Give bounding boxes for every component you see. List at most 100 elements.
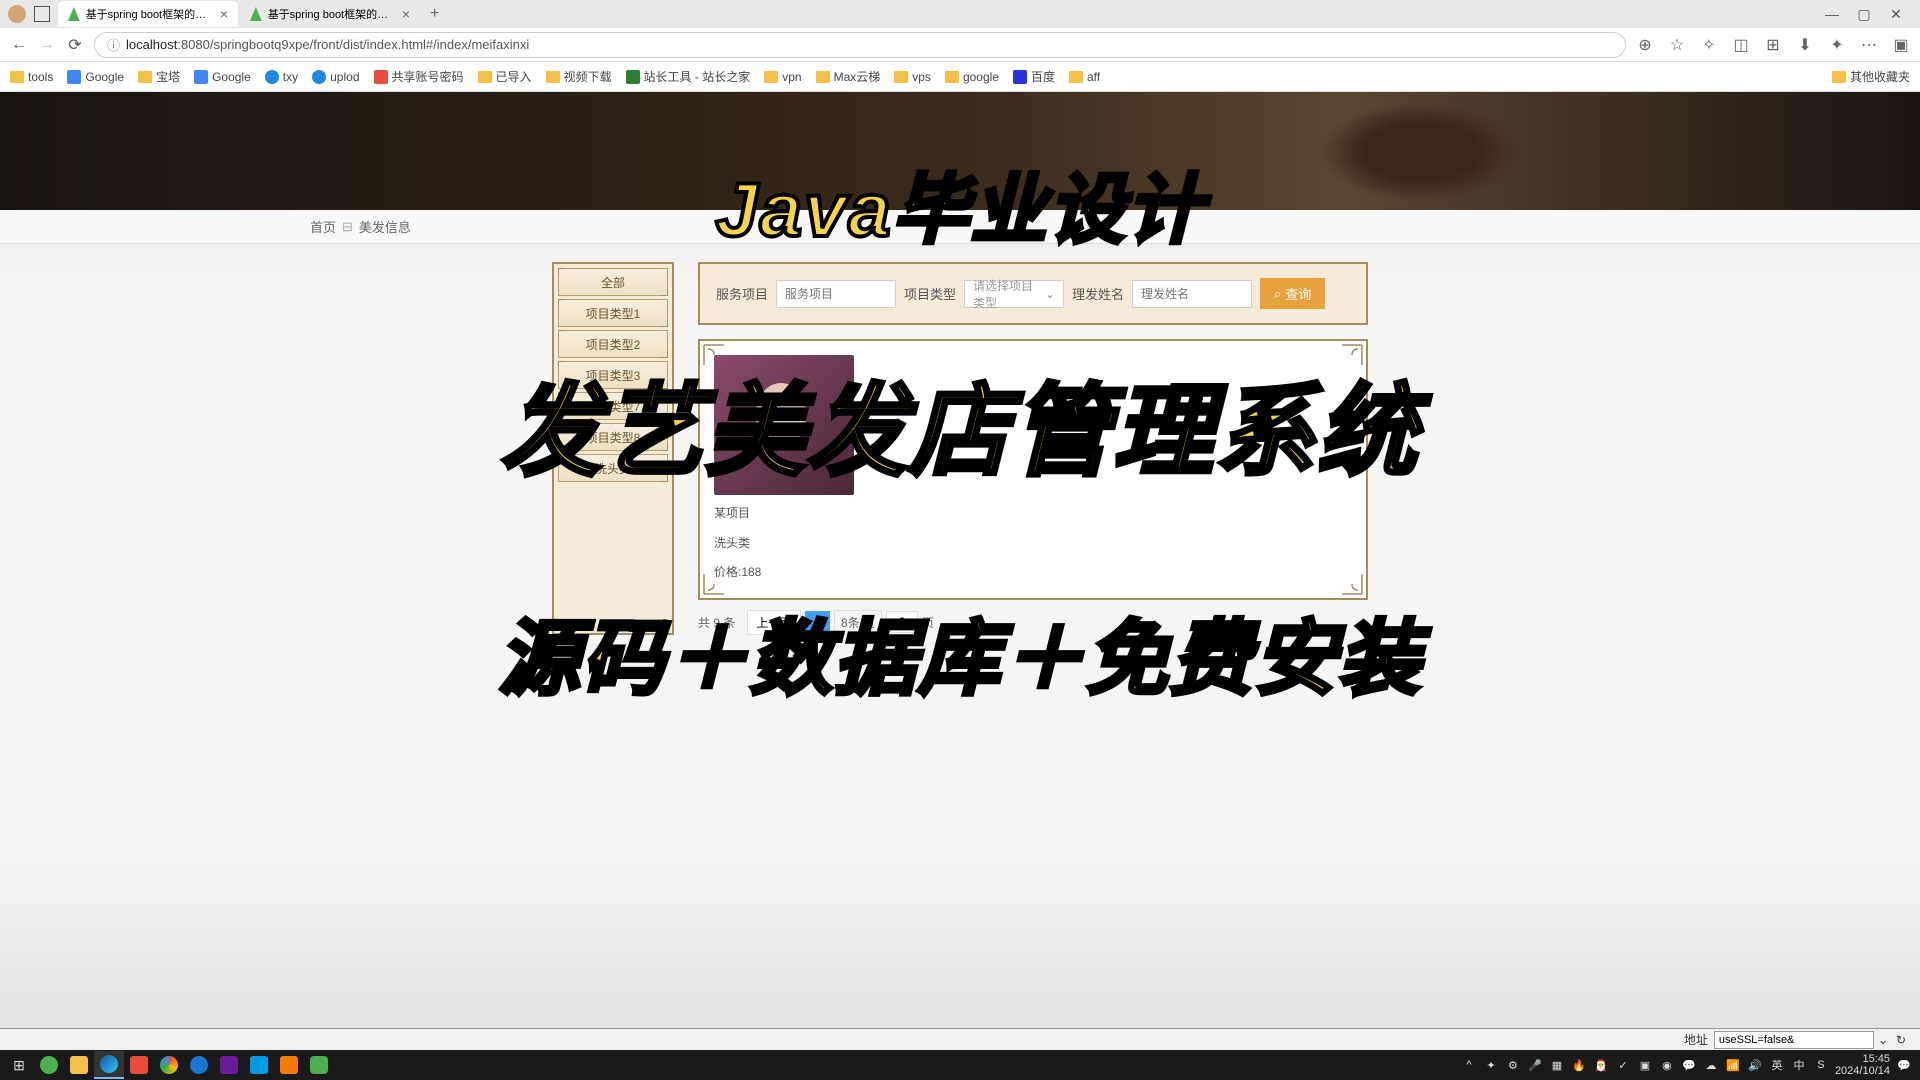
- tray-icon[interactable]: S: [1813, 1057, 1829, 1073]
- new-tab-button[interactable]: +: [422, 1, 447, 27]
- sidebar-item-type1[interactable]: 项目类型1: [558, 299, 668, 327]
- bookmark-item[interactable]: 百度: [1013, 68, 1055, 85]
- status-address-input[interactable]: [1714, 1031, 1874, 1049]
- bookmark-item[interactable]: uplod: [312, 70, 359, 84]
- url-input[interactable]: ⓘ localhost:8080/springbootq9xpe/front/d…: [94, 32, 1626, 58]
- task-chrome[interactable]: [154, 1051, 184, 1079]
- folder-icon: [945, 71, 959, 83]
- sidebar-item-wash[interactable]: 洗头类: [558, 454, 668, 482]
- bookmark-folder[interactable]: vps: [894, 70, 931, 84]
- task-app-blue[interactable]: [244, 1051, 274, 1079]
- sidebar-item-type2[interactable]: 项目类型2: [558, 330, 668, 358]
- favorite-icon[interactable]: ☆: [1668, 36, 1686, 54]
- tray-clock[interactable]: 15:45 2024/10/14: [1835, 1053, 1890, 1077]
- extensions-icon[interactable]: ✧: [1700, 36, 1718, 54]
- tray-chevron-up-icon[interactable]: ^: [1461, 1057, 1477, 1073]
- zoom-icon[interactable]: ⊕: [1636, 36, 1654, 54]
- bookmark-item[interactable]: 共享账号密码: [374, 68, 464, 85]
- bookmark-other[interactable]: 其他收藏夹: [1832, 68, 1910, 85]
- bookmark-folder[interactable]: 宝塔: [138, 68, 180, 85]
- maximize-button[interactable]: ▢: [1856, 6, 1872, 23]
- tray-icon[interactable]: 🔥: [1571, 1057, 1587, 1073]
- tray-volume-icon[interactable]: 🔊: [1747, 1057, 1763, 1073]
- tray-wifi-icon[interactable]: 📶: [1725, 1057, 1741, 1073]
- tray-icon[interactable]: ✦: [1483, 1057, 1499, 1073]
- tray-ime-icon[interactable]: 中: [1791, 1057, 1807, 1073]
- close-window-button[interactable]: ✕: [1888, 6, 1904, 23]
- bookmark-folder[interactable]: vpn: [764, 70, 801, 84]
- go-icon[interactable]: ↻: [1892, 1033, 1910, 1047]
- search-select-type[interactable]: 请选择项目类型 ⌄: [964, 280, 1064, 308]
- sidebar-item-all[interactable]: 全部: [558, 268, 668, 296]
- collections-icon[interactable]: ⊞: [1764, 36, 1782, 54]
- start-button[interactable]: ⊞: [4, 1051, 34, 1079]
- split-screen-icon[interactable]: ◫: [1732, 36, 1750, 54]
- tray-icon[interactable]: ▣: [1637, 1057, 1653, 1073]
- tray-icon[interactable]: ✓: [1615, 1057, 1631, 1073]
- tray-mic-icon[interactable]: 🎤: [1527, 1057, 1543, 1073]
- page-number-button[interactable]: 1: [805, 611, 830, 633]
- task-ide[interactable]: [214, 1051, 244, 1079]
- tray-icon[interactable]: 💬: [1681, 1057, 1697, 1073]
- task-app-v[interactable]: [184, 1051, 214, 1079]
- tab-close-icon[interactable]: ×: [402, 6, 410, 22]
- breadcrumb-home[interactable]: 首页: [310, 217, 336, 236]
- task-wechat[interactable]: [304, 1051, 334, 1079]
- tab-active[interactable]: 基于spring boot框架的发艺美发 ×: [58, 1, 238, 27]
- chevron-down-icon: ⌄: [1045, 287, 1055, 301]
- bookmark-folder[interactable]: 已导入: [478, 68, 532, 85]
- tray-notifications-icon[interactable]: 💬: [1896, 1057, 1912, 1073]
- corner-ornament-icon: [1340, 343, 1364, 367]
- task-edge[interactable]: [94, 1051, 124, 1079]
- search-input-service[interactable]: [776, 280, 896, 308]
- tab-inactive[interactable]: 基于spring boot框架的发艺美发 ×: [240, 1, 420, 27]
- task-wps[interactable]: [124, 1051, 154, 1079]
- back-button[interactable]: ←: [10, 36, 28, 54]
- prev-page-button[interactable]: 上一页: [747, 610, 801, 635]
- background-decoration: [0, 850, 1920, 1050]
- result-card[interactable]: 某项目 洗头类 价格:188: [714, 355, 854, 584]
- tab-overview-icon[interactable]: [34, 6, 50, 22]
- reload-button[interactable]: ⟳: [66, 36, 84, 54]
- sidebar-item-type7[interactable]: 项目类型7: [558, 392, 668, 420]
- page-size-select[interactable]: 8条/页: [834, 610, 882, 635]
- minimize-button[interactable]: —: [1824, 6, 1840, 23]
- category-sidebar: 全部 项目类型1 项目类型2 项目类型3 项目类型7 项目类型8 洗头类: [552, 262, 674, 635]
- bookmarks-bar: tools Google 宝塔 Google txy uplod 共享账号密码 …: [0, 62, 1920, 92]
- tab-close-icon[interactable]: ×: [220, 6, 228, 22]
- bookmark-folder[interactable]: Max云梯: [816, 68, 881, 85]
- task-app-1[interactable]: [34, 1051, 64, 1079]
- task-explorer[interactable]: [64, 1051, 94, 1079]
- profile-icon[interactable]: [8, 5, 26, 23]
- tray-icon[interactable]: ▦: [1549, 1057, 1565, 1073]
- tray-icon[interactable]: 🎅: [1593, 1057, 1609, 1073]
- sidebar-toggle-icon[interactable]: ▣: [1892, 36, 1910, 54]
- page-jump-input[interactable]: [886, 611, 918, 633]
- main-content: 全部 项目类型1 项目类型2 项目类型3 项目类型7 项目类型8 洗头类 服务项…: [0, 244, 1920, 635]
- sidebar-item-type3[interactable]: 项目类型3: [558, 361, 668, 389]
- bookmark-folder[interactable]: 视频下载: [546, 68, 612, 85]
- task-app-orange[interactable]: [274, 1051, 304, 1079]
- tray-icon[interactable]: ☁: [1703, 1057, 1719, 1073]
- tray-icon[interactable]: ◉: [1659, 1057, 1675, 1073]
- bookmark-item[interactable]: Google: [67, 70, 124, 84]
- more-icon[interactable]: ⋯: [1860, 36, 1878, 54]
- bookmark-folder[interactable]: aff: [1069, 70, 1100, 84]
- bookmark-item[interactable]: Google: [194, 70, 251, 84]
- pagination: 共 9 条 上一页 1 8条/页 页: [698, 610, 1368, 635]
- bookmark-folder[interactable]: tools: [10, 70, 53, 84]
- sidebar-item-type8[interactable]: 项目类型8: [558, 423, 668, 451]
- bookmark-item[interactable]: 站长工具 - 站长之家: [626, 68, 751, 85]
- bookmark-item[interactable]: txy: [265, 70, 298, 84]
- site-info-icon[interactable]: ⓘ: [107, 35, 120, 54]
- search-input-name[interactable]: [1132, 280, 1252, 308]
- folder-icon: [894, 71, 908, 83]
- tray-icon[interactable]: ⚙: [1505, 1057, 1521, 1073]
- wallet-icon[interactable]: ✦: [1828, 36, 1846, 54]
- downloads-icon[interactable]: ⬇: [1796, 36, 1814, 54]
- search-button[interactable]: ⌕ 查询: [1260, 278, 1325, 309]
- dropdown-icon[interactable]: ⌄: [1874, 1033, 1892, 1047]
- google-icon: [194, 70, 208, 84]
- tray-ime-icon[interactable]: 英: [1769, 1057, 1785, 1073]
- bookmark-folder[interactable]: google: [945, 70, 999, 84]
